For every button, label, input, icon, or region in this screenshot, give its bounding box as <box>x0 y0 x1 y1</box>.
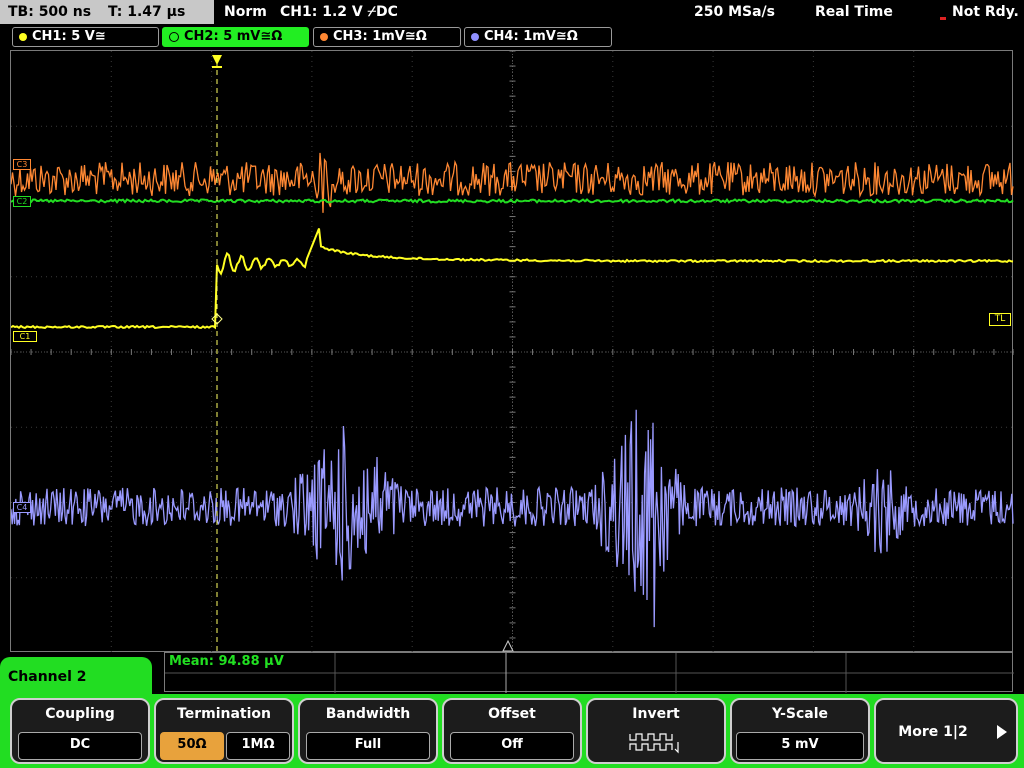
yscale-value: 5 mV <box>736 732 864 760</box>
waveform-canvas <box>11 51 1014 653</box>
trigger-mode[interactable]: Norm <box>224 0 267 24</box>
timebase-value: TB: 500 ns <box>8 4 92 20</box>
channel-1-label[interactable]: CH1: 5 V≅ <box>12 27 159 47</box>
channel-2-label[interactable]: CH2: 5 mV≅Ω <box>162 27 309 47</box>
termination-1mohm-option[interactable]: 1MΩ <box>226 732 290 760</box>
offset-softkey[interactable]: Offset Off <box>442 698 582 764</box>
trigger-time-value: T: 1.47 µs <box>107 4 186 20</box>
invert-softkey[interactable]: Invert <box>586 698 726 764</box>
ch1-text: CH1: 5 V≅ <box>32 29 106 44</box>
termination-title: Termination <box>177 706 271 722</box>
graticule-grid <box>11 51 1014 653</box>
invert-title: Invert <box>632 706 680 722</box>
offset-title: Offset <box>488 706 536 722</box>
measurement-grid <box>165 653 1014 693</box>
offset-value: Off <box>450 732 574 760</box>
channel-4-label[interactable]: CH4: 1mV≅Ω <box>464 27 612 47</box>
trigger-position-marker[interactable] <box>212 55 222 65</box>
invert-waveform-icon <box>629 733 679 754</box>
ch2-text: CH2: 5 mV≅Ω <box>184 29 283 44</box>
yscale-title: Y-Scale <box>771 706 828 722</box>
coupling-softkey[interactable]: Coupling DC <box>10 698 150 764</box>
ch3-offset-marker[interactable]: C3 <box>13 159 31 170</box>
bandwidth-softkey[interactable]: Bandwidth Full <box>298 698 438 764</box>
acquisition-mode[interactable]: Real Time <box>815 0 893 24</box>
horizontal-position-marker[interactable] <box>502 639 514 652</box>
timebase-box[interactable]: TB: 500 ns T: 1.47 µs <box>0 0 214 24</box>
coupling-value: DC <box>18 732 142 760</box>
bandwidth-value: Full <box>306 732 430 760</box>
ch4-text: CH4: 1mV≅Ω <box>484 29 578 44</box>
more-label: More 1|2 <box>898 724 968 740</box>
termination-50ohm-option[interactable]: 50Ω <box>160 732 224 760</box>
chevron-right-icon <box>997 725 1007 739</box>
channel-menu-tab: Channel 2 <box>0 657 152 699</box>
ch2-color-dot <box>169 31 179 42</box>
channel-3-label[interactable]: CH3: 1mV≅Ω <box>313 27 461 47</box>
trigger-level-marker[interactable]: TL <box>989 313 1011 326</box>
measurement-panel <box>164 652 1014 693</box>
coupling-title: Coupling <box>45 706 115 722</box>
sample-rate: 250 MSa/s <box>694 4 776 20</box>
ch4-offset-marker[interactable]: C4 <box>13 502 31 513</box>
ch4-color-dot <box>471 32 479 41</box>
ch1-color-dot <box>19 32 27 41</box>
ch3-color-dot <box>320 32 328 41</box>
more-softkey[interactable]: More 1|2 <box>874 698 1018 764</box>
termination-softkey[interactable]: Termination 50Ω 1MΩ <box>154 698 294 764</box>
ch3-text: CH3: 1mV≅Ω <box>333 29 427 44</box>
acquisition-status: Not Rdy. <box>952 4 1019 20</box>
ch2-offset-marker[interactable]: C2 <box>13 196 31 207</box>
mean-measurement: Mean: 94.88 µV <box>169 654 284 669</box>
trigger-source[interactable]: CH1: 1.2 V ⌿DC <box>280 0 398 24</box>
ch1-offset-marker[interactable]: C1 <box>13 331 37 342</box>
waveform-display[interactable]: C3 C2 C1 C4 TL <box>10 50 1014 653</box>
yscale-softkey[interactable]: Y-Scale 5 mV <box>730 698 870 764</box>
status-indicator <box>940 17 946 20</box>
bandwidth-title: Bandwidth <box>325 706 411 722</box>
